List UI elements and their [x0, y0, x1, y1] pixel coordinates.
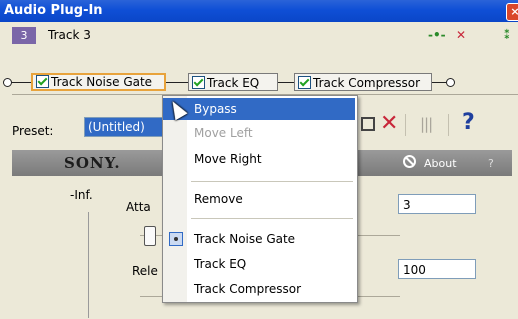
- track-name: Track 3: [48, 28, 91, 42]
- chain-plugin-noise-gate[interactable]: Track Noise Gate: [31, 73, 166, 91]
- sony-logo: SONY.: [64, 154, 121, 172]
- track-number-badge[interactable]: 3: [12, 27, 36, 44]
- delete-preset-icon[interactable]: ✕: [380, 113, 398, 135]
- attack-slider-handle[interactable]: [144, 226, 156, 246]
- chain-connector: [166, 82, 188, 83]
- menu-separator: [191, 181, 353, 182]
- chain-connector: [432, 82, 446, 83]
- menu-item-track-eq[interactable]: Track EQ: [163, 253, 355, 275]
- track-header: 3 Track 3 -•- ✕ ⁑: [0, 22, 518, 48]
- chain-output-node-icon: [446, 78, 455, 87]
- toolbar-divider: [405, 114, 406, 136]
- save-preset-icon[interactable]: [361, 117, 375, 131]
- about-button[interactable]: About: [424, 157, 457, 170]
- title-bar: Audio Plug-In ×: [0, 0, 518, 22]
- menu-item-move-right[interactable]: Move Right: [163, 148, 355, 170]
- remove-plugin-icon[interactable]: ✕: [454, 28, 468, 42]
- release-value-field[interactable]: 100: [398, 259, 476, 279]
- menu-item-track-noise-gate[interactable]: Track Noise Gate: [163, 228, 355, 250]
- meter-label: -Inf.: [70, 188, 93, 202]
- plugin-context-menu: Bypass Move Left Move Right Remove Track…: [162, 95, 358, 303]
- about-icon[interactable]: [403, 155, 416, 168]
- chain-view-icon[interactable]: |||: [420, 116, 433, 132]
- selected-radio-icon: [169, 232, 183, 246]
- menu-item-remove[interactable]: Remove: [163, 188, 355, 210]
- release-label: Rele: [132, 264, 158, 278]
- menu-item-track-compressor[interactable]: Track Compressor: [163, 278, 355, 300]
- close-button[interactable]: ×: [506, 3, 518, 21]
- help-icon[interactable]: ?: [462, 110, 475, 136]
- chain-plugin-compressor[interactable]: Track Compressor: [294, 73, 432, 91]
- chain-connector: [11, 82, 31, 83]
- brand-help-icon[interactable]: ?: [488, 157, 494, 170]
- menu-item-bypass[interactable]: Bypass: [163, 98, 355, 120]
- checkbox-icon[interactable]: [36, 75, 49, 88]
- checkbox-icon[interactable]: [192, 76, 205, 89]
- chain-plugin-eq[interactable]: Track EQ: [188, 73, 278, 91]
- attack-value-field[interactable]: 3: [398, 194, 476, 214]
- attack-label: Atta: [126, 200, 151, 214]
- plugin-chain: Track Noise Gate Track EQ Track Compress…: [0, 72, 518, 94]
- toolbar-divider: [448, 114, 449, 136]
- plugin-chooser-icon[interactable]: ⁑: [500, 28, 514, 42]
- meter-scale: [88, 212, 89, 318]
- checkbox-icon[interactable]: [298, 76, 311, 89]
- menu-item-move-left[interactable]: Move Left: [163, 122, 355, 144]
- preset-label: Preset:: [12, 124, 54, 138]
- menu-separator: [191, 218, 353, 219]
- insert-plugin-icon[interactable]: -•-: [428, 28, 446, 42]
- chain-connector: [278, 82, 294, 83]
- window-title: Audio Plug-In: [4, 3, 103, 18]
- close-icon: ×: [510, 5, 518, 18]
